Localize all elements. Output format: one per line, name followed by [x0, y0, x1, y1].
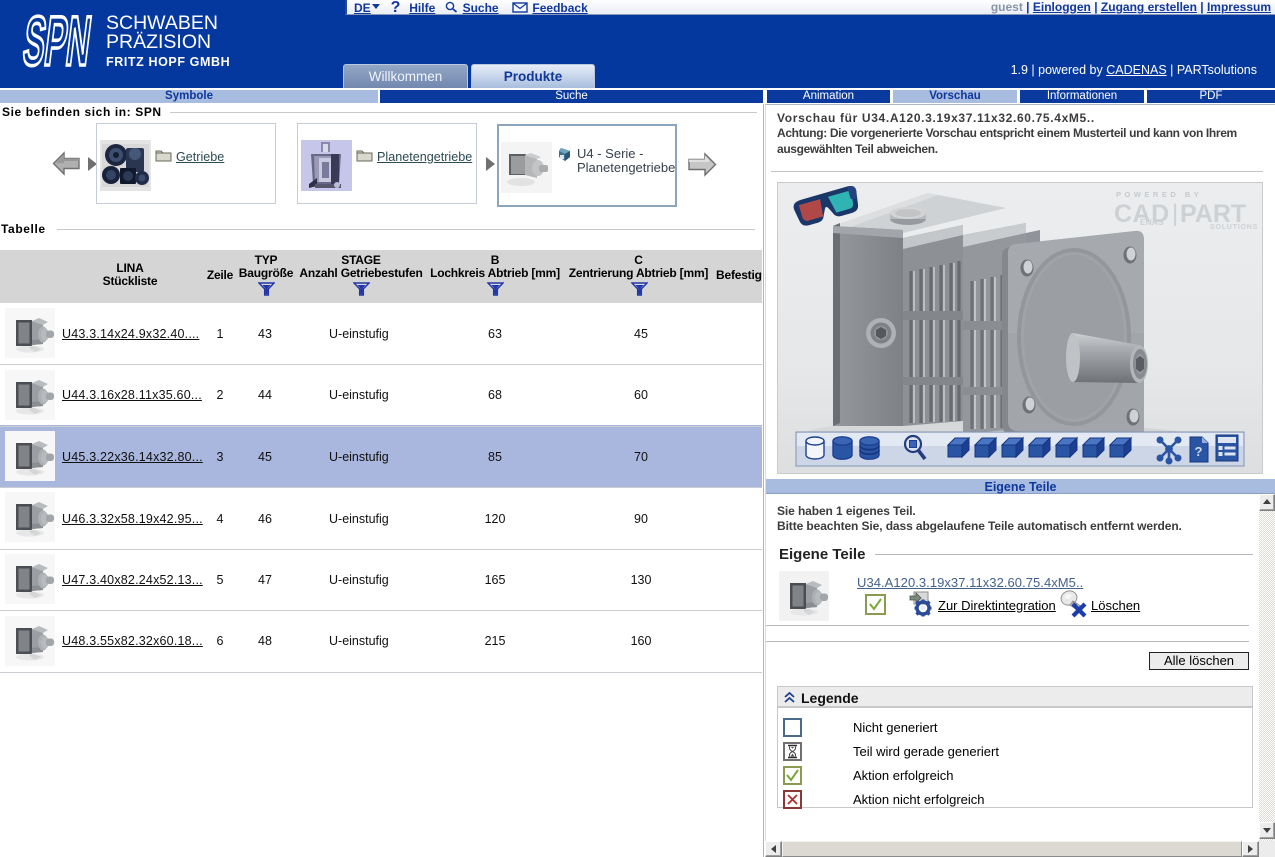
svg-text:POWERED BY: POWERED BY	[1116, 190, 1202, 199]
svg-text:SPN: SPN	[19, 10, 95, 70]
svg-text:|: |	[1172, 200, 1178, 227]
svg-text:SOLUTIONS: SOLUTIONS	[1210, 224, 1258, 231]
svg-text:ENAS: ENAS	[1140, 217, 1164, 227]
svg-text:?: ?	[1195, 444, 1203, 459]
